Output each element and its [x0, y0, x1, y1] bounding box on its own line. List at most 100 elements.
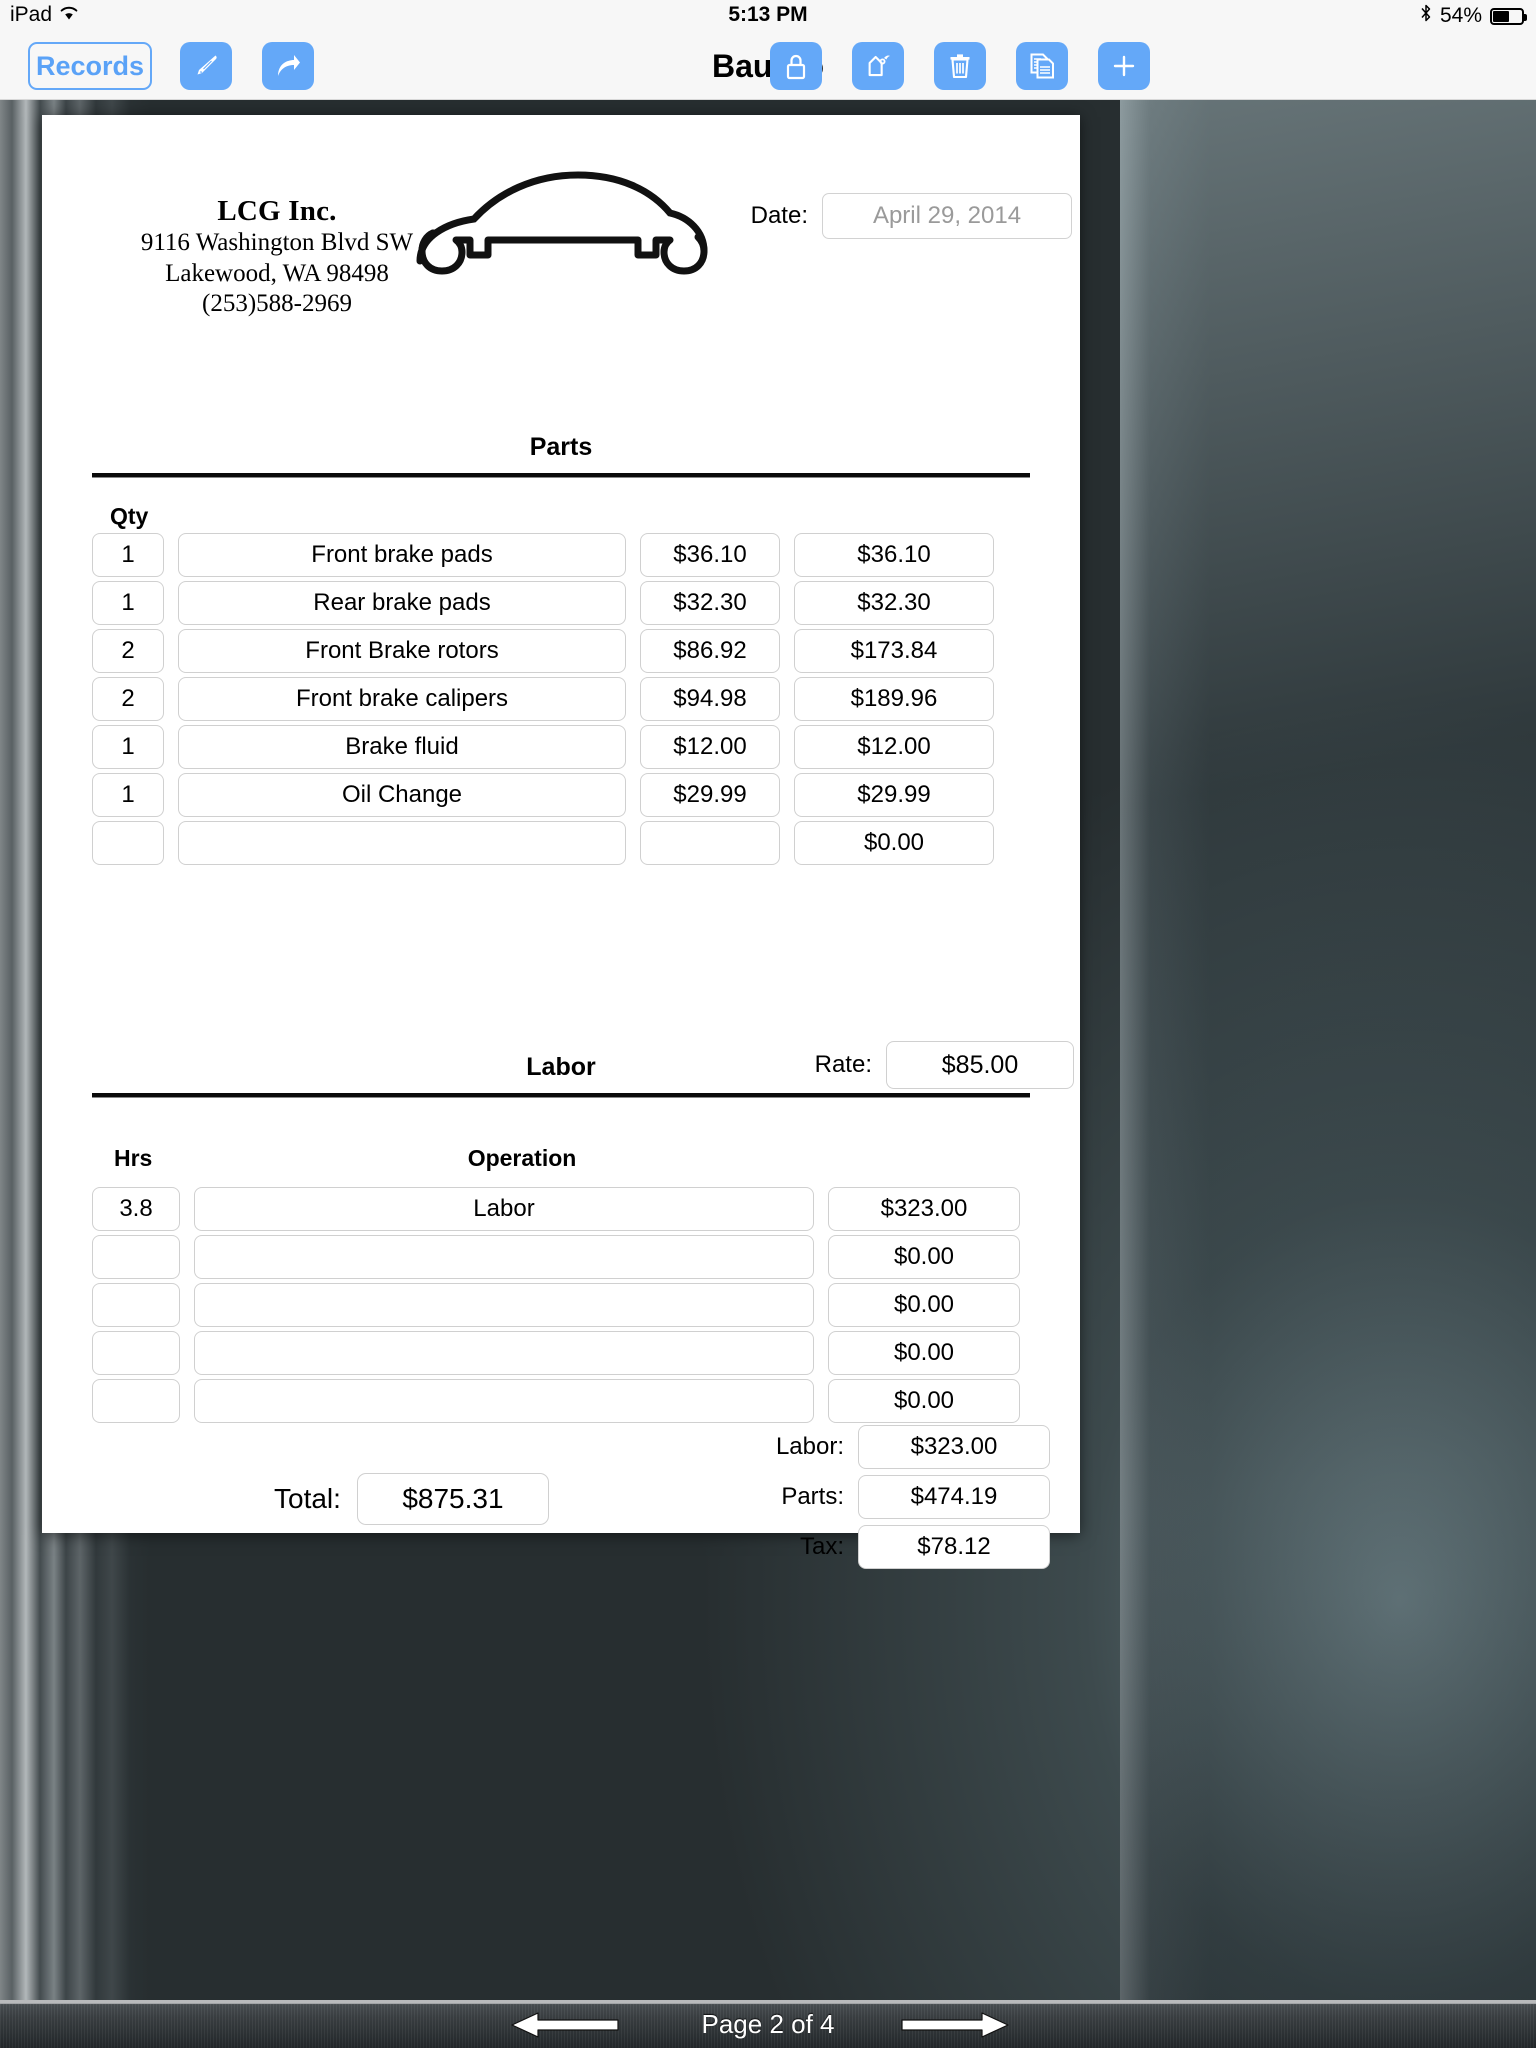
table-row: 1 Oil Change $29.99 $29.99	[92, 773, 1030, 817]
parts-price-cell[interactable]: $29.99	[640, 773, 780, 817]
parts-extended-cell[interactable]: $189.96	[794, 677, 994, 721]
date-label: Date:	[750, 202, 808, 229]
add-icon[interactable]	[1098, 42, 1150, 90]
labor-operation-cell[interactable]	[194, 1283, 814, 1327]
table-row: 3.8 Labor $323.00	[92, 1187, 1030, 1231]
parts-section-rule	[92, 473, 1030, 478]
parts-qty-cell[interactable]: 1	[92, 773, 164, 817]
tax-label: Tax:	[799, 1533, 844, 1560]
labor-amount-cell[interactable]: $323.00	[828, 1187, 1020, 1231]
page-navigation-bar: Page 2 of 4	[0, 2000, 1536, 2048]
parts-extended-cell[interactable]: $173.84	[794, 629, 994, 673]
status-bar-clock: 5:13 PM	[728, 3, 808, 26]
rate-field[interactable]: $85.00	[886, 1041, 1074, 1089]
parts-description-cell[interactable]	[178, 821, 626, 865]
lock-icon[interactable]	[770, 42, 822, 90]
company-phone: (253)588-2969	[202, 290, 352, 317]
right-arrow-icon[interactable]	[900, 2012, 1010, 2043]
labor-hrs-cell[interactable]	[92, 1235, 180, 1279]
parts-price-cell[interactable]: $94.98	[640, 677, 780, 721]
parts-price-cell[interactable]: $12.00	[640, 725, 780, 769]
table-row: 1 Front brake pads $36.10 $36.10	[92, 533, 1030, 577]
parts-description-cell[interactable]: Front brake pads	[178, 533, 626, 577]
parts-extended-cell[interactable]: $0.00	[794, 821, 994, 865]
tag-icon[interactable]	[852, 42, 904, 90]
labor-hrs-cell[interactable]	[92, 1283, 180, 1327]
company-address-line-1: 9116 Washington Blvd SW	[140, 229, 414, 256]
parts-price-cell[interactable]	[640, 821, 780, 865]
grand-total-field[interactable]: $875.31	[356, 1473, 549, 1525]
labor-total-field[interactable]: $323.00	[858, 1425, 1050, 1469]
parts-qty-cell[interactable]	[92, 821, 164, 865]
labor-total-row: Labor: $323.00	[776, 1425, 1050, 1469]
status-bar: iPad 5:13 PM 54%	[0, 0, 1536, 32]
parts-extended-cell[interactable]: $12.00	[794, 725, 994, 769]
qty-column-header: Qty	[110, 503, 149, 529]
hrs-column-header: Hrs	[114, 1145, 153, 1171]
parts-section-title: Parts	[529, 433, 593, 461]
bluetooth-icon	[1420, 3, 1432, 29]
labor-hrs-cell[interactable]	[92, 1331, 180, 1375]
labor-amount-cell[interactable]: $0.00	[828, 1379, 1020, 1423]
labor-total-label: Labor:	[775, 1433, 844, 1460]
labor-table: 3.8 Labor $323.00 $0.00 $0.00 $0.00 $0.00	[92, 1187, 1030, 1427]
tax-field[interactable]: $78.12	[858, 1525, 1050, 1569]
labor-operation-cell[interactable]	[194, 1331, 814, 1375]
parts-description-cell[interactable]: Front Brake rotors	[178, 629, 626, 673]
invoice-page: LCG Inc. 9116 Washington Blvd SW Lakewoo…	[42, 115, 1080, 1569]
company-block: LCG Inc. 9116 Washington Blvd SW Lakewoo…	[112, 195, 442, 320]
parts-description-cell[interactable]: Rear brake pads	[178, 581, 626, 625]
battery-percent-label: 54%	[1439, 4, 1482, 27]
rate-label: Rate:	[814, 1051, 872, 1078]
parts-qty-cell[interactable]: 1	[92, 581, 164, 625]
table-row: 2 Front Brake rotors $86.92 $173.84	[92, 629, 1030, 673]
parts-extended-cell[interactable]: $36.10	[794, 533, 994, 577]
page-indicator: Page 2 of 4	[701, 2008, 835, 2039]
parts-description-cell[interactable]: Brake fluid	[178, 725, 626, 769]
labor-operation-cell[interactable]: Labor	[194, 1187, 814, 1231]
parts-qty-cell[interactable]: 2	[92, 629, 164, 673]
parts-total-label: Parts:	[781, 1483, 844, 1510]
labor-section-rule	[92, 1093, 1030, 1098]
trash-icon[interactable]	[934, 42, 986, 90]
grand-total-label: Total:	[274, 1483, 341, 1514]
grand-total-group: Total: $875.31	[274, 1473, 549, 1525]
car-wrench-logo-icon	[412, 165, 712, 295]
parts-qty-cell[interactable]: 1	[92, 725, 164, 769]
background-right-highlight	[1120, 100, 1536, 2048]
parts-description-cell[interactable]: Oil Change	[178, 773, 626, 817]
company-address-line-2: Lakewood, WA 98498	[165, 259, 389, 287]
letterhead: LCG Inc. 9116 Washington Blvd SW Lakewoo…	[42, 115, 1080, 335]
parts-price-cell[interactable]: $36.10	[640, 533, 780, 577]
parts-qty-cell[interactable]: 1	[92, 533, 164, 577]
company-name: LCG Inc.	[217, 195, 337, 227]
table-row: $0.00	[92, 1379, 1030, 1423]
parts-table: 1 Front brake pads $36.10 $36.10 1 Rear brake…	[92, 533, 1030, 869]
labor-amount-cell[interactable]: $0.00	[828, 1235, 1020, 1279]
labor-hrs-cell[interactable]	[92, 1379, 180, 1423]
parts-price-cell[interactable]: $86.92	[640, 629, 780, 673]
left-arrow-icon[interactable]	[510, 2012, 620, 2043]
battery-icon	[1490, 7, 1527, 25]
labor-operation-cell[interactable]	[194, 1235, 814, 1279]
table-row: $0.00	[92, 1283, 1030, 1327]
labor-hrs-cell[interactable]: 3.8	[92, 1187, 180, 1231]
rate-group: Rate: $85.00	[815, 1041, 1074, 1089]
date-field[interactable]: April 29, 2014	[822, 193, 1072, 239]
parts-extended-cell[interactable]: $32.30	[794, 581, 994, 625]
totals-summary: Labor: $323.00 Parts: $474.19 Tax: $78.1…	[776, 1425, 1050, 1569]
parts-description-cell[interactable]: Front brake calipers	[178, 677, 626, 721]
parts-price-cell[interactable]: $32.30	[640, 581, 780, 625]
status-bar-right: 54%	[1420, 3, 1527, 29]
parts-total-field[interactable]: $474.19	[858, 1475, 1050, 1519]
duplicate-icon[interactable]	[1016, 42, 1068, 90]
parts-extended-cell[interactable]: $29.99	[794, 773, 994, 817]
labor-amount-cell[interactable]: $0.00	[828, 1283, 1020, 1327]
operation-column-header: Operation	[467, 1145, 577, 1171]
table-row: $0.00	[92, 821, 1030, 865]
parts-qty-cell[interactable]: 2	[92, 677, 164, 721]
table-row: $0.00	[92, 1235, 1030, 1279]
table-row: $0.00	[92, 1331, 1030, 1375]
labor-amount-cell[interactable]: $0.00	[828, 1331, 1020, 1375]
labor-operation-cell[interactable]	[194, 1379, 814, 1423]
